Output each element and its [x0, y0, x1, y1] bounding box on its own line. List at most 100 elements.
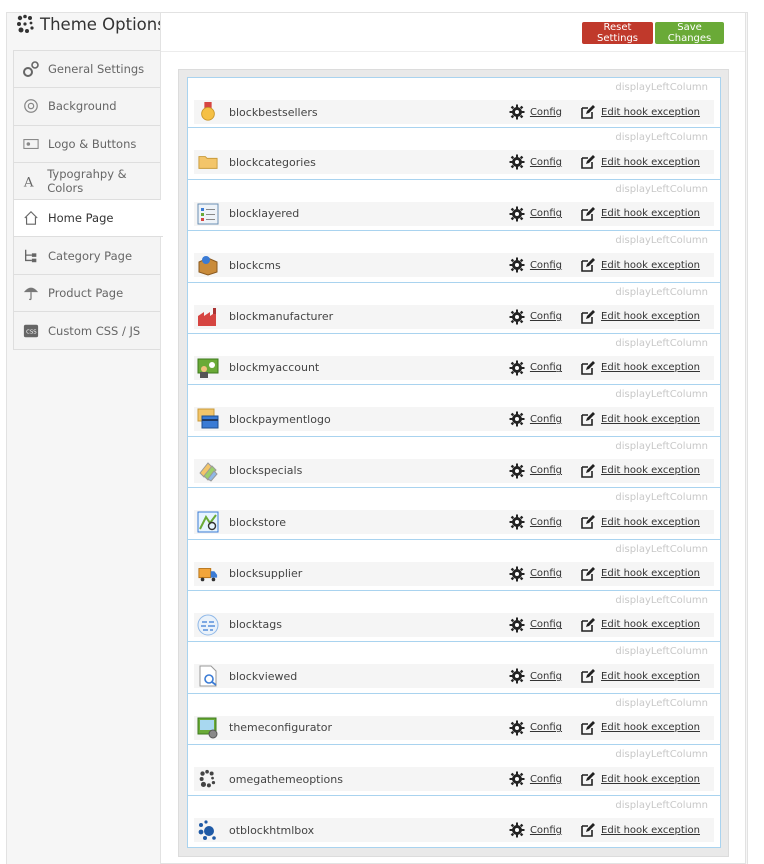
edit-hook-exception-link[interactable]: Edit hook exception	[580, 668, 700, 684]
gear-icon	[509, 617, 525, 633]
edit-hook-exception-link[interactable]: Edit hook exception	[580, 104, 700, 120]
config-label: Config	[529, 259, 563, 271]
main-panel: Reset Settings Save Changes displayLeftC…	[160, 12, 746, 864]
home-icon	[22, 209, 40, 227]
edit-hook-exception-link[interactable]: Edit hook exception	[580, 257, 700, 273]
hook-label: displayLeftColumn	[615, 543, 708, 555]
sidebar-item-logo-buttons[interactable]: Logo & Buttons	[14, 125, 161, 163]
edit-hook-exception-link[interactable]: Edit hook exception	[580, 617, 700, 633]
module-bar: blockmanufacturer Config Edit hook excepti…	[194, 304, 714, 329]
gear-icon	[509, 822, 525, 838]
module-name: blocklayered	[229, 207, 300, 221]
reset-settings-button[interactable]: Reset Settings	[582, 22, 653, 44]
sidebar-item-background[interactable]: Background	[14, 88, 161, 126]
edit-hook-exception-label: Edit hook exception	[601, 259, 700, 271]
config-label: Config	[529, 208, 563, 220]
sidebar-item-general-settings[interactable]: General Settings	[14, 51, 161, 89]
edit-icon	[581, 669, 596, 684]
save-changes-button[interactable]: Save Changes	[655, 22, 724, 44]
gear-icon	[509, 309, 525, 325]
sidebar-item-category-page[interactable]: Category Page	[14, 237, 161, 275]
config-label: Config	[529, 413, 563, 425]
hook-label: displayLeftColumn	[615, 337, 708, 349]
edit-hook-exception-label: Edit hook exception	[601, 156, 700, 168]
sidebar-item-label: Custom CSS / JS	[48, 323, 141, 338]
module-name: blockcms	[229, 258, 281, 272]
config-link[interactable]: Config	[509, 463, 562, 479]
edit-hook-exception-label: Edit hook exception	[601, 106, 700, 118]
umbrella-icon	[22, 284, 40, 302]
sidebar-item-custom-css-js[interactable]: CSS Custom CSS / JS	[14, 312, 161, 350]
edit-icon	[581, 155, 596, 170]
config-link[interactable]: Config	[509, 822, 562, 838]
config-link[interactable]: Config	[509, 309, 562, 325]
module-name: blockpaymentlogo	[229, 412, 331, 426]
config-link[interactable]: Config	[509, 566, 562, 582]
config-link[interactable]: Config	[509, 411, 562, 427]
theme-config-icon	[197, 717, 219, 739]
module-row-themeconfigurator: displayLeftColumn themeconfigurator Config…	[187, 693, 721, 746]
sidebar-item-label: Product Page	[48, 285, 124, 300]
hook-label: displayLeftColumn	[615, 389, 708, 401]
tags-cloud-icon	[197, 614, 219, 636]
config-link[interactable]: Config	[509, 720, 562, 736]
config-link[interactable]: Config	[509, 206, 562, 222]
module-row-blocktags: displayLeftColumn blocktags Config Edit hoo…	[187, 590, 721, 643]
gear-icon	[509, 360, 525, 376]
sidebar-item-home-page[interactable]: Home Page	[14, 200, 163, 238]
config-link[interactable]: Config	[509, 104, 562, 120]
module-row-blocklayered: displayLeftColumn blocklayered Config Edit …	[187, 179, 721, 232]
config-label: Config	[529, 465, 563, 477]
config-link[interactable]: Config	[509, 668, 562, 684]
hook-label: displayLeftColumn	[615, 132, 708, 144]
gear-icon	[509, 257, 525, 273]
edit-hook-exception-link[interactable]: Edit hook exception	[580, 463, 700, 479]
module-row-otblockhtmlbox: displayLeftColumn otblockhtmlbox Config Edi…	[187, 796, 721, 848]
edit-hook-exception-link[interactable]: Edit hook exception	[580, 206, 700, 222]
config-label: Config	[529, 824, 563, 836]
module-bar: themeconfigurator Config Edit hook excepti…	[194, 715, 714, 740]
edit-hook-exception-label: Edit hook exception	[601, 208, 700, 220]
edit-icon	[581, 617, 596, 632]
module-bar: blocksupplier Config Edit hook exception	[194, 561, 714, 586]
svg-text:CSS: CSS	[26, 329, 37, 335]
config-link[interactable]: Config	[509, 154, 562, 170]
config-link[interactable]: Config	[509, 514, 562, 530]
config-label: Config	[529, 722, 563, 734]
module-bar: blockviewed Config Edit hook exception	[194, 664, 714, 689]
gear-icon	[509, 463, 525, 479]
config-label: Config	[529, 106, 563, 118]
config-link[interactable]: Config	[509, 617, 562, 633]
module-row-blockbestsellers: displayLeftColumn blockbestsellers Config E…	[187, 77, 721, 129]
gear-icon	[509, 771, 525, 787]
module-name: blockbestsellers	[229, 105, 318, 119]
edit-hook-exception-link[interactable]: Edit hook exception	[580, 411, 700, 427]
module-bar: blockmyaccount Config Edit hook exception	[194, 355, 714, 380]
module-name: otblockhtmlbox	[229, 823, 315, 837]
sidebar-item-typograhpy-colors[interactable]: A Typograhpy & Colors	[14, 162, 161, 201]
module-bar: blockcms Config Edit hook exception	[194, 253, 714, 278]
edit-hook-exception-link[interactable]: Edit hook exception	[580, 309, 700, 325]
edit-hook-exception-link[interactable]: Edit hook exception	[580, 154, 700, 170]
hook-label: displayLeftColumn	[615, 286, 708, 298]
svg-text:A: A	[23, 175, 34, 189]
edit-hook-exception-link[interactable]: Edit hook exception	[580, 360, 700, 376]
gear-icon	[509, 104, 525, 120]
edit-hook-exception-label: Edit hook exception	[601, 465, 700, 477]
module-name: blockcategories	[229, 155, 316, 169]
sidebar-item-label: Home Page	[48, 211, 114, 226]
config-link[interactable]: Config	[509, 257, 562, 273]
edit-hook-exception-link[interactable]: Edit hook exception	[580, 514, 700, 530]
edit-icon	[581, 309, 596, 324]
edit-hook-exception-link[interactable]: Edit hook exception	[580, 566, 700, 582]
folder-icon	[197, 151, 219, 173]
edit-hook-exception-link[interactable]: Edit hook exception	[580, 822, 700, 838]
edit-hook-exception-link[interactable]: Edit hook exception	[580, 771, 700, 787]
edit-hook-exception-label: Edit hook exception	[601, 773, 700, 785]
edit-hook-exception-link[interactable]: Edit hook exception	[580, 720, 700, 736]
config-link[interactable]: Config	[509, 771, 562, 787]
sidebar-item-product-page[interactable]: Product Page	[14, 274, 161, 313]
edit-hook-exception-label: Edit hook exception	[601, 568, 700, 580]
module-name: blocktags	[229, 618, 282, 632]
config-link[interactable]: Config	[509, 360, 562, 376]
